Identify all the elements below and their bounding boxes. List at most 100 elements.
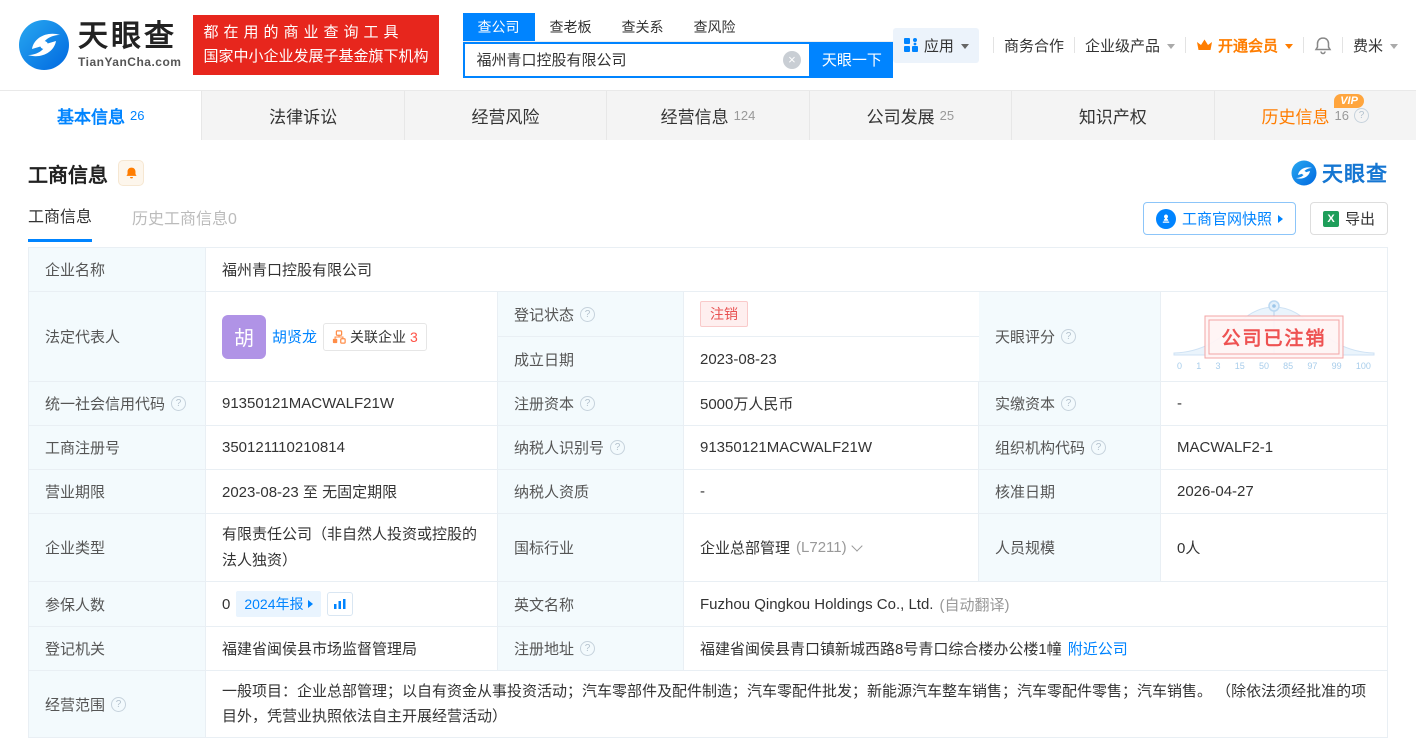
insured-count-value: 0 2024年报 <box>206 582 498 626</box>
table-row: 工商注册号 350121110210814 纳税人识别号? 91350121MA… <box>29 426 1387 470</box>
field-label: 注册资本? <box>498 382 684 425</box>
snapshot-label: 工商官网快照 <box>1181 211 1272 228</box>
help-icon[interactable]: ? <box>171 396 187 411</box>
help-icon[interactable]: ? <box>610 440 626 455</box>
subtab-business-registration[interactable]: 工商信息 <box>28 203 93 242</box>
tab-operation-risk[interactable]: 经营风险 <box>405 91 608 140</box>
search-tab-boss[interactable]: 查老板 <box>535 13 607 41</box>
related-count: 3 <box>410 328 418 345</box>
field-label: 国标行业 <box>498 514 684 581</box>
cooperation-menu[interactable]: 商务合作 <box>1004 35 1064 56</box>
cooperation-label: 商务合作 <box>1003 37 1064 55</box>
clear-search-icon[interactable]: × <box>782 50 801 69</box>
official-snapshot-button[interactable]: 工商官网快照 <box>1142 202 1296 235</box>
search-tab-company[interactable]: 查公司 <box>462 12 535 41</box>
company-name-value: 福州青口控股有限公司 <box>206 248 1387 291</box>
company-tabbar: 基本信息 26 法律诉讼 经营风险 经营信息 124 公司发展 25 知识产权 … <box>0 90 1416 140</box>
watermark-text: 天眼查 <box>1322 163 1388 186</box>
help-icon[interactable]: ? <box>1091 440 1107 455</box>
taxpayer-quality-value: - <box>684 470 979 513</box>
user-menu[interactable]: 费米 <box>1353 35 1398 56</box>
search-tab-relation[interactable]: 查关系 <box>607 13 679 41</box>
vip-upgrade-menu[interactable]: 开通会员 <box>1196 35 1293 56</box>
field-label: 工商注册号 <box>29 426 206 469</box>
vip-badge: VIP <box>1334 94 1364 108</box>
deregistered-stamp: 公司已注销 <box>1204 315 1344 358</box>
search-button[interactable]: 天眼一下 <box>810 41 893 78</box>
field-label: 人员规模 <box>979 514 1161 581</box>
industry-code: (L7211) <box>796 539 847 556</box>
field-label: 法定代表人 <box>29 292 206 381</box>
tab-intellectual-property[interactable]: 知识产权 <box>1012 91 1215 140</box>
tianyancha-logo[interactable]: 天眼查 TianYanCha.com <box>18 19 181 71</box>
subscribe-bell-button[interactable] <box>118 160 144 186</box>
field-label: 登记状态? <box>498 292 684 336</box>
help-icon[interactable]: ? <box>580 306 596 322</box>
tab-count: 26 <box>129 108 145 123</box>
reg-address-value: 福建省闽侯县青口镇新城西路8号青口综合楼办公楼1幢 附近公司 <box>684 627 1387 670</box>
tab-history-info[interactable]: VIP 历史信息 16 ? <box>1215 91 1416 140</box>
tyc-score-value: 01 3 15 50 85 97 99 100 公司已注销 <box>1161 292 1387 381</box>
apps-grid-icon <box>903 38 918 52</box>
chevron-down-icon[interactable] <box>850 539 863 552</box>
legal-rep-link[interactable]: 胡贤龙 <box>272 326 317 347</box>
field-label: 登记机关 <box>29 627 206 670</box>
reg-authority-value: 福建省闽侯县市场监督管理局 <box>206 627 498 670</box>
status-badge: 注销 <box>700 301 748 327</box>
business-info-table: 企业名称 福州青口控股有限公司 法定代表人 胡 胡贤龙 关联企业 3 登记状态 … <box>28 247 1388 738</box>
legal-rep-value: 胡 胡贤龙 关联企业 3 <box>206 292 498 381</box>
search-tabs: 查公司 查老板 查关系 查风险 <box>462 12 893 42</box>
business-term-value: 2023-08-23 至 无固定期限 <box>206 470 498 513</box>
tab-label: 法律诉讼 <box>269 108 338 127</box>
logo-domain: TianYanCha.com <box>78 55 182 69</box>
staff-size-value: 0人 <box>1161 514 1387 581</box>
org-chart-icon <box>332 329 346 344</box>
logo-title: 天眼查 <box>78 20 177 53</box>
excel-icon: X <box>1322 210 1339 227</box>
tab-label: 基本信息 <box>56 108 125 127</box>
banner-line2: 国家中小企业发展子基金旗下机构 <box>203 48 429 65</box>
score-axis: 01 3 15 50 85 97 99 100 <box>1177 360 1371 371</box>
vip-label: 开通会员 <box>1217 37 1278 55</box>
table-row: 参保人数 0 2024年报 英文名称 Fuzhou Qingkou Holdin… <box>29 582 1387 627</box>
stamp-icon <box>1155 208 1176 229</box>
field-label: 成立日期 <box>498 337 684 381</box>
notification-bell[interactable] <box>1314 36 1332 55</box>
help-icon[interactable]: ? <box>580 641 596 656</box>
export-button[interactable]: X 导出 <box>1309 202 1388 235</box>
tab-company-development[interactable]: 公司发展 25 <box>810 91 1013 140</box>
trend-chart-button[interactable] <box>326 592 353 616</box>
table-row: 法定代表人 胡 胡贤龙 关联企业 3 登记状态? 注销 成立日期 2023-08… <box>29 292 1387 382</box>
establish-date-value: 2023-08-23 <box>684 337 979 381</box>
table-row: 经营范围? 一般项目：企业总部管理；以自有资金从事投资活动；汽车零部件及配件制造… <box>29 671 1387 737</box>
help-icon[interactable]: ? <box>1061 329 1077 344</box>
tab-legal[interactable]: 法律诉讼 <box>202 91 405 140</box>
crown-icon <box>1196 39 1212 50</box>
help-icon[interactable]: ? <box>111 696 127 712</box>
related-companies-badge[interactable]: 关联企业 3 <box>323 322 427 351</box>
search-tab-risk[interactable]: 查风险 <box>679 13 751 41</box>
subtab-history-registration[interactable]: 历史工商信息0 <box>132 205 237 241</box>
apps-menu[interactable]: 应用 <box>892 27 979 63</box>
tab-business-info[interactable]: 经营信息 124 <box>607 91 810 140</box>
tab-label: 经营风险 <box>471 108 540 127</box>
enterprise-menu[interactable]: 企业级产品 <box>1085 35 1175 56</box>
tab-label: 知识产权 <box>1078 108 1147 127</box>
field-label: 经营范围? <box>29 671 206 737</box>
reg-number-value: 350121110210814 <box>206 426 498 469</box>
bell-icon <box>125 167 137 179</box>
annual-report-badge[interactable]: 2024年报 <box>236 591 321 617</box>
nearby-companies-link[interactable]: 附近公司 <box>1068 638 1128 659</box>
field-label: 核准日期 <box>979 470 1161 513</box>
field-label: 英文名称 <box>498 582 684 626</box>
help-icon[interactable]: ? <box>580 396 596 411</box>
search-input[interactable] <box>464 43 809 76</box>
score-curve-chart: 01 3 15 50 85 97 99 100 公司已注销 <box>1169 299 1379 375</box>
table-row: 企业类型 有限责任公司（非自然人投资或控股的法人独资） 国标行业 企业总部管理 … <box>29 514 1387 582</box>
avatar[interactable]: 胡 <box>222 314 266 359</box>
tab-label: 公司发展 <box>866 108 935 127</box>
help-icon[interactable]: ? <box>1061 396 1077 411</box>
tab-basic-info[interactable]: 基本信息 26 <box>0 91 203 140</box>
field-label: 企业名称 <box>29 248 206 291</box>
help-icon[interactable]: ? <box>1353 108 1369 123</box>
